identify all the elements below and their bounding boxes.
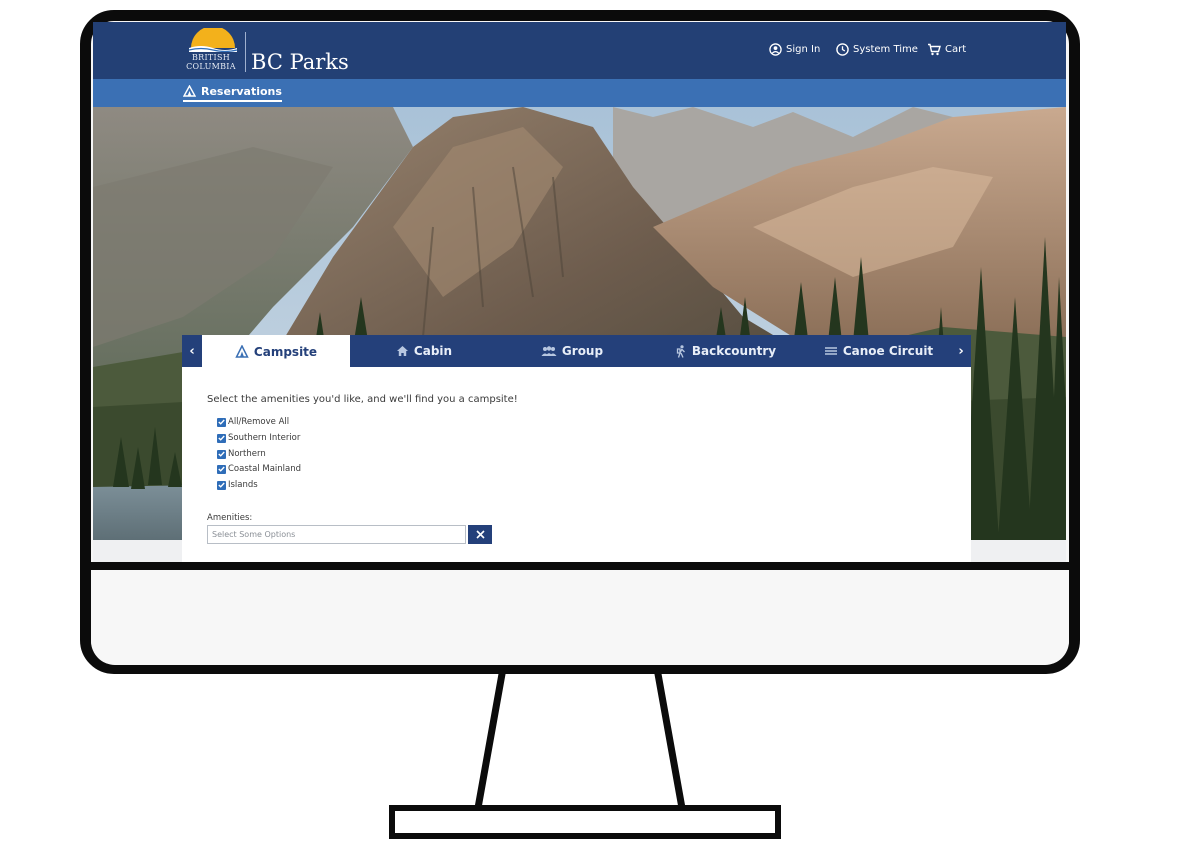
tab-canoe-circuit[interactable]: Canoe Circuit xyxy=(806,335,951,367)
bc-parks-logo[interactable]: British Columbia BC Parks xyxy=(181,28,351,74)
reservations-link[interactable]: Reservations xyxy=(183,84,282,102)
region-checkbox-islands[interactable]: Islands xyxy=(217,478,258,492)
tab-backcountry[interactable]: Backcountry xyxy=(646,335,806,367)
tab-cabin[interactable]: Cabin xyxy=(350,335,498,367)
cart-icon xyxy=(928,43,941,55)
logo-province-top: British xyxy=(191,53,231,62)
checked-checkbox-icon[interactable] xyxy=(217,480,226,490)
clear-amenities-button[interactable] xyxy=(468,525,492,544)
cart-link[interactable]: Cart xyxy=(927,41,966,57)
region-label: Coastal Mainland xyxy=(228,464,302,474)
sub-navigation: Reservations xyxy=(93,79,1066,107)
tabs-prev-arrow-icon[interactable]: ‹ xyxy=(182,335,202,367)
region-label: Northern xyxy=(228,449,266,459)
tab-campsite-label: Campsite xyxy=(253,344,318,359)
sign-in-link[interactable]: Sign In xyxy=(769,41,820,57)
hiker-icon xyxy=(676,344,685,358)
close-icon xyxy=(475,530,485,539)
amenities-select-input[interactable] xyxy=(207,525,466,544)
cart-label: Cart xyxy=(945,43,967,55)
tent-icon xyxy=(183,85,196,97)
sign-in-label: Sign In xyxy=(786,43,821,55)
booking-type-tabs: ‹ Campsite Cabin Group Backcountry Canoe… xyxy=(182,335,971,368)
browser-screen: British Columbia BC Parks Sign In System… xyxy=(93,22,1066,562)
tab-campsite[interactable]: Campsite xyxy=(202,335,350,368)
sunrise-logo-icon xyxy=(187,28,239,52)
region-checkbox-northern[interactable]: Northern xyxy=(217,447,266,461)
region-label: All/Remove All xyxy=(228,417,290,427)
checked-checkbox-icon[interactable] xyxy=(217,433,226,443)
tabs-next-arrow-icon[interactable]: › xyxy=(951,335,971,367)
home-icon xyxy=(396,346,408,356)
region-checkbox-all[interactable]: All/Remove All xyxy=(217,415,289,429)
tab-cabin-label: Cabin xyxy=(413,344,453,358)
tent-icon xyxy=(235,345,249,358)
checked-checkbox-icon[interactable] xyxy=(217,449,226,459)
group-icon xyxy=(541,345,557,356)
tab-group[interactable]: Group xyxy=(498,335,646,367)
tab-canoe-circuit-label: Canoe Circuit xyxy=(842,344,934,358)
checked-checkbox-icon[interactable] xyxy=(217,464,226,474)
region-checkbox-coastal-mainland[interactable]: Coastal Mainland xyxy=(217,462,301,476)
region-label: Southern Interior xyxy=(228,433,301,443)
monitor-chin xyxy=(91,570,1069,665)
user-circle-icon xyxy=(769,42,782,56)
logo-divider xyxy=(245,32,246,72)
site-header: British Columbia BC Parks Sign In System… xyxy=(93,22,1066,79)
tab-group-label: Group xyxy=(561,344,604,358)
checked-checkbox-icon[interactable] xyxy=(217,417,226,427)
panel-heading: Select the amenities you'd like, and we'… xyxy=(207,394,518,405)
waves-icon xyxy=(824,347,837,355)
amenities-label: Amenities: xyxy=(207,513,253,523)
system-time-label: System Time xyxy=(853,43,918,55)
system-time-link[interactable]: System Time xyxy=(836,41,918,57)
reservations-label: Reservations xyxy=(201,84,282,98)
campsite-search-panel: Select the amenities you'd like, and we'… xyxy=(182,367,971,562)
logo-title: BC Parks xyxy=(251,50,349,74)
region-checkbox-southern-interior[interactable]: Southern Interior xyxy=(217,431,300,445)
logo-province-bottom: Columbia xyxy=(186,62,236,71)
clock-icon xyxy=(836,42,849,56)
tab-backcountry-label: Backcountry xyxy=(691,344,777,358)
region-label: Islands xyxy=(228,480,258,490)
monitor-bezel-line xyxy=(86,562,1074,570)
